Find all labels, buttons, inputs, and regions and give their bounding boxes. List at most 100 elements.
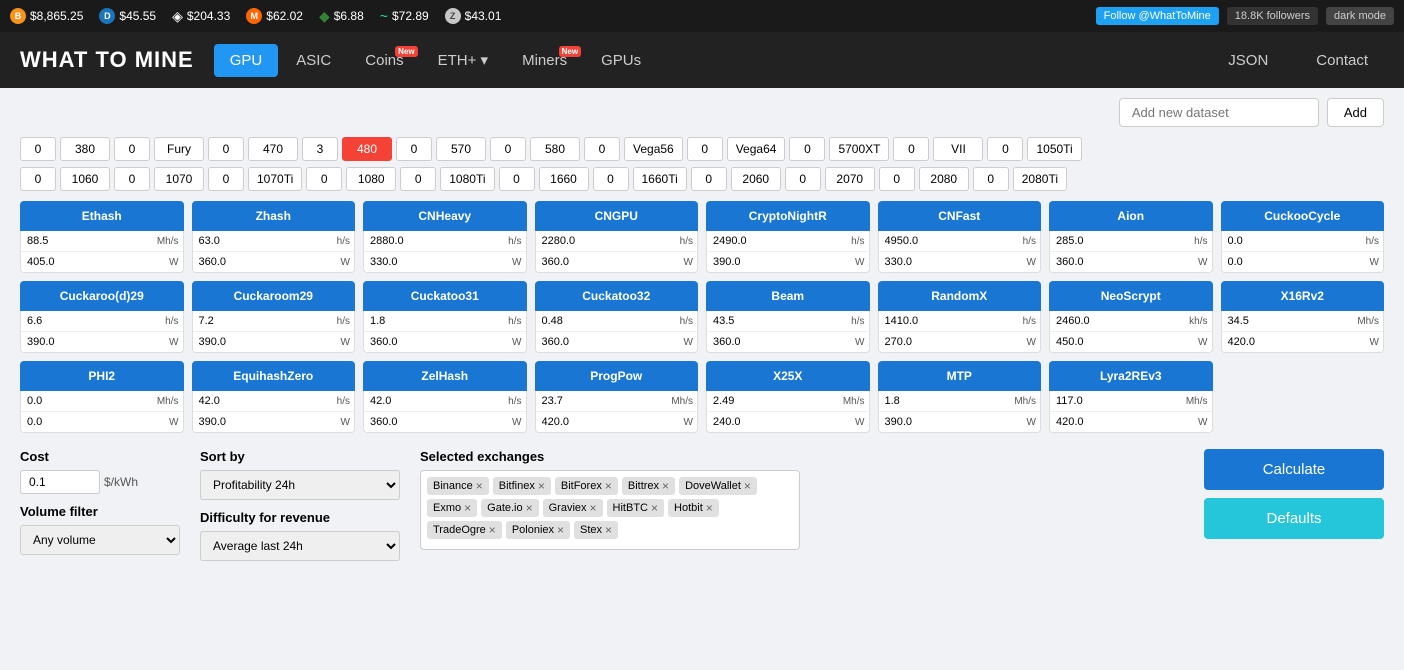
nav-item-json[interactable]: JSON [1212,44,1284,77]
gpu-count-input[interactable] [879,167,915,191]
algo-button[interactable]: PHI2 [20,361,184,391]
exchange-remove-button[interactable]: × [744,479,751,493]
algo-hashrate-input[interactable] [1054,313,1124,329]
algo-power-input[interactable] [1054,414,1124,430]
algo-button[interactable]: EquihashZero [192,361,356,391]
algo-hashrate-input[interactable] [883,393,953,409]
algo-button[interactable]: CNFast [878,201,1042,231]
algo-power-input[interactable] [368,334,438,350]
gpu-count-input[interactable] [114,167,150,191]
algo-power-input[interactable] [540,334,610,350]
algo-hashrate-input[interactable] [25,233,95,249]
algo-power-input[interactable] [1226,334,1296,350]
algo-button[interactable]: ProgPow [535,361,699,391]
exchange-remove-button[interactable]: × [662,479,669,493]
exchange-remove-button[interactable]: × [557,523,564,537]
algo-button[interactable]: ZelHash [363,361,527,391]
algo-button[interactable]: RandomX [878,281,1042,311]
algo-hashrate-input[interactable] [711,233,781,249]
algo-button[interactable]: MTP [878,361,1042,391]
exchange-remove-button[interactable]: × [476,479,483,493]
algo-power-input[interactable] [25,334,95,350]
algo-button[interactable]: Cuckatoo31 [363,281,527,311]
algo-hashrate-input[interactable] [540,393,610,409]
algo-power-input[interactable] [197,414,267,430]
exchange-remove-button[interactable]: × [651,501,658,515]
algo-button[interactable]: CNHeavy [363,201,527,231]
algo-power-input[interactable] [711,254,781,270]
sortby-select[interactable]: Profitability 24h Profitability 1h Profi… [200,470,400,500]
algo-button[interactable]: CuckooCycle [1221,201,1385,231]
algo-hashrate-input[interactable] [1054,233,1124,249]
gpu-count-input[interactable] [306,167,342,191]
gpu-count-input[interactable] [20,167,56,191]
nav-item-gpus[interactable]: GPUs [585,44,657,77]
gpu-count-input[interactable] [20,137,56,161]
dark-mode-button[interactable]: dark mode [1326,7,1394,25]
algo-button[interactable]: Cuckaroo(d)29 [20,281,184,311]
algo-button[interactable]: NeoScrypt [1049,281,1213,311]
exchange-remove-button[interactable]: × [526,501,533,515]
follow-button[interactable]: Follow @WhatToMine [1096,7,1219,25]
gpu-count-input[interactable] [987,137,1023,161]
algo-button[interactable]: X16Rv2 [1221,281,1385,311]
algo-button[interactable]: Zhash [192,201,356,231]
algo-button[interactable]: CryptoNightR [706,201,870,231]
algo-power-input[interactable] [540,254,610,270]
gpu-count-input[interactable] [973,167,1009,191]
gpu-count-input[interactable] [785,167,821,191]
algo-hashrate-input[interactable] [368,313,438,329]
algo-power-input[interactable] [1226,254,1296,270]
algo-power-input[interactable] [883,414,953,430]
exchange-remove-button[interactable]: × [590,501,597,515]
gpu-count-input[interactable] [687,137,723,161]
gpu-count-input[interactable] [691,167,727,191]
defaults-button[interactable]: Defaults [1204,498,1384,539]
gpu-count-input[interactable] [302,137,338,161]
volume-filter-select[interactable]: Any volume [20,525,180,555]
algo-button[interactable]: Cuckatoo32 [535,281,699,311]
dataset-input[interactable] [1119,98,1319,127]
algo-button[interactable]: Lyra2REv3 [1049,361,1213,391]
gpu-count-input[interactable] [490,137,526,161]
exchange-remove-button[interactable]: × [605,479,612,493]
algo-hashrate-input[interactable] [711,393,781,409]
nav-item-asic[interactable]: ASIC [280,44,347,77]
algo-power-input[interactable] [1054,254,1124,270]
algo-hashrate-input[interactable] [368,393,438,409]
algo-hashrate-input[interactable] [883,313,953,329]
algo-power-input[interactable] [1054,334,1124,350]
algo-power-input[interactable] [883,254,953,270]
exchange-remove-button[interactable]: × [605,523,612,537]
algo-hashrate-input[interactable] [25,393,95,409]
gpu-count-input[interactable] [396,137,432,161]
gpu-count-input[interactable] [499,167,535,191]
nav-item-ethplus[interactable]: ETH+ ▾ [422,43,504,77]
gpu-count-input[interactable] [584,137,620,161]
exchange-remove-button[interactable]: × [464,501,471,515]
algo-button[interactable]: Beam [706,281,870,311]
exchange-remove-button[interactable]: × [538,479,545,493]
exchange-remove-button[interactable]: × [489,523,496,537]
algo-button[interactable]: Ethash [20,201,184,231]
gpu-count-input[interactable] [893,137,929,161]
algo-hashrate-input[interactable] [197,393,267,409]
add-dataset-button[interactable]: Add [1327,98,1384,127]
algo-hashrate-input[interactable] [368,233,438,249]
algo-hashrate-input[interactable] [25,313,95,329]
nav-item-coins[interactable]: CoinsNew [349,44,419,77]
gpu-count-input[interactable] [208,137,244,161]
gpu-count-input[interactable] [208,167,244,191]
algo-button[interactable]: X25X [706,361,870,391]
gpu-count-input[interactable] [400,167,436,191]
nav-item-miners[interactable]: MinersNew [506,44,583,77]
nav-item-contact[interactable]: Contact [1300,44,1384,77]
algo-hashrate-input[interactable] [540,313,610,329]
algo-hashrate-input[interactable] [883,233,953,249]
algo-power-input[interactable] [540,414,610,430]
algo-hashrate-input[interactable] [1226,313,1296,329]
algo-power-input[interactable] [368,254,438,270]
algo-power-input[interactable] [883,334,953,350]
difficulty-select[interactable]: Average last 24h Current [200,531,400,561]
gpu-count-input[interactable] [114,137,150,161]
